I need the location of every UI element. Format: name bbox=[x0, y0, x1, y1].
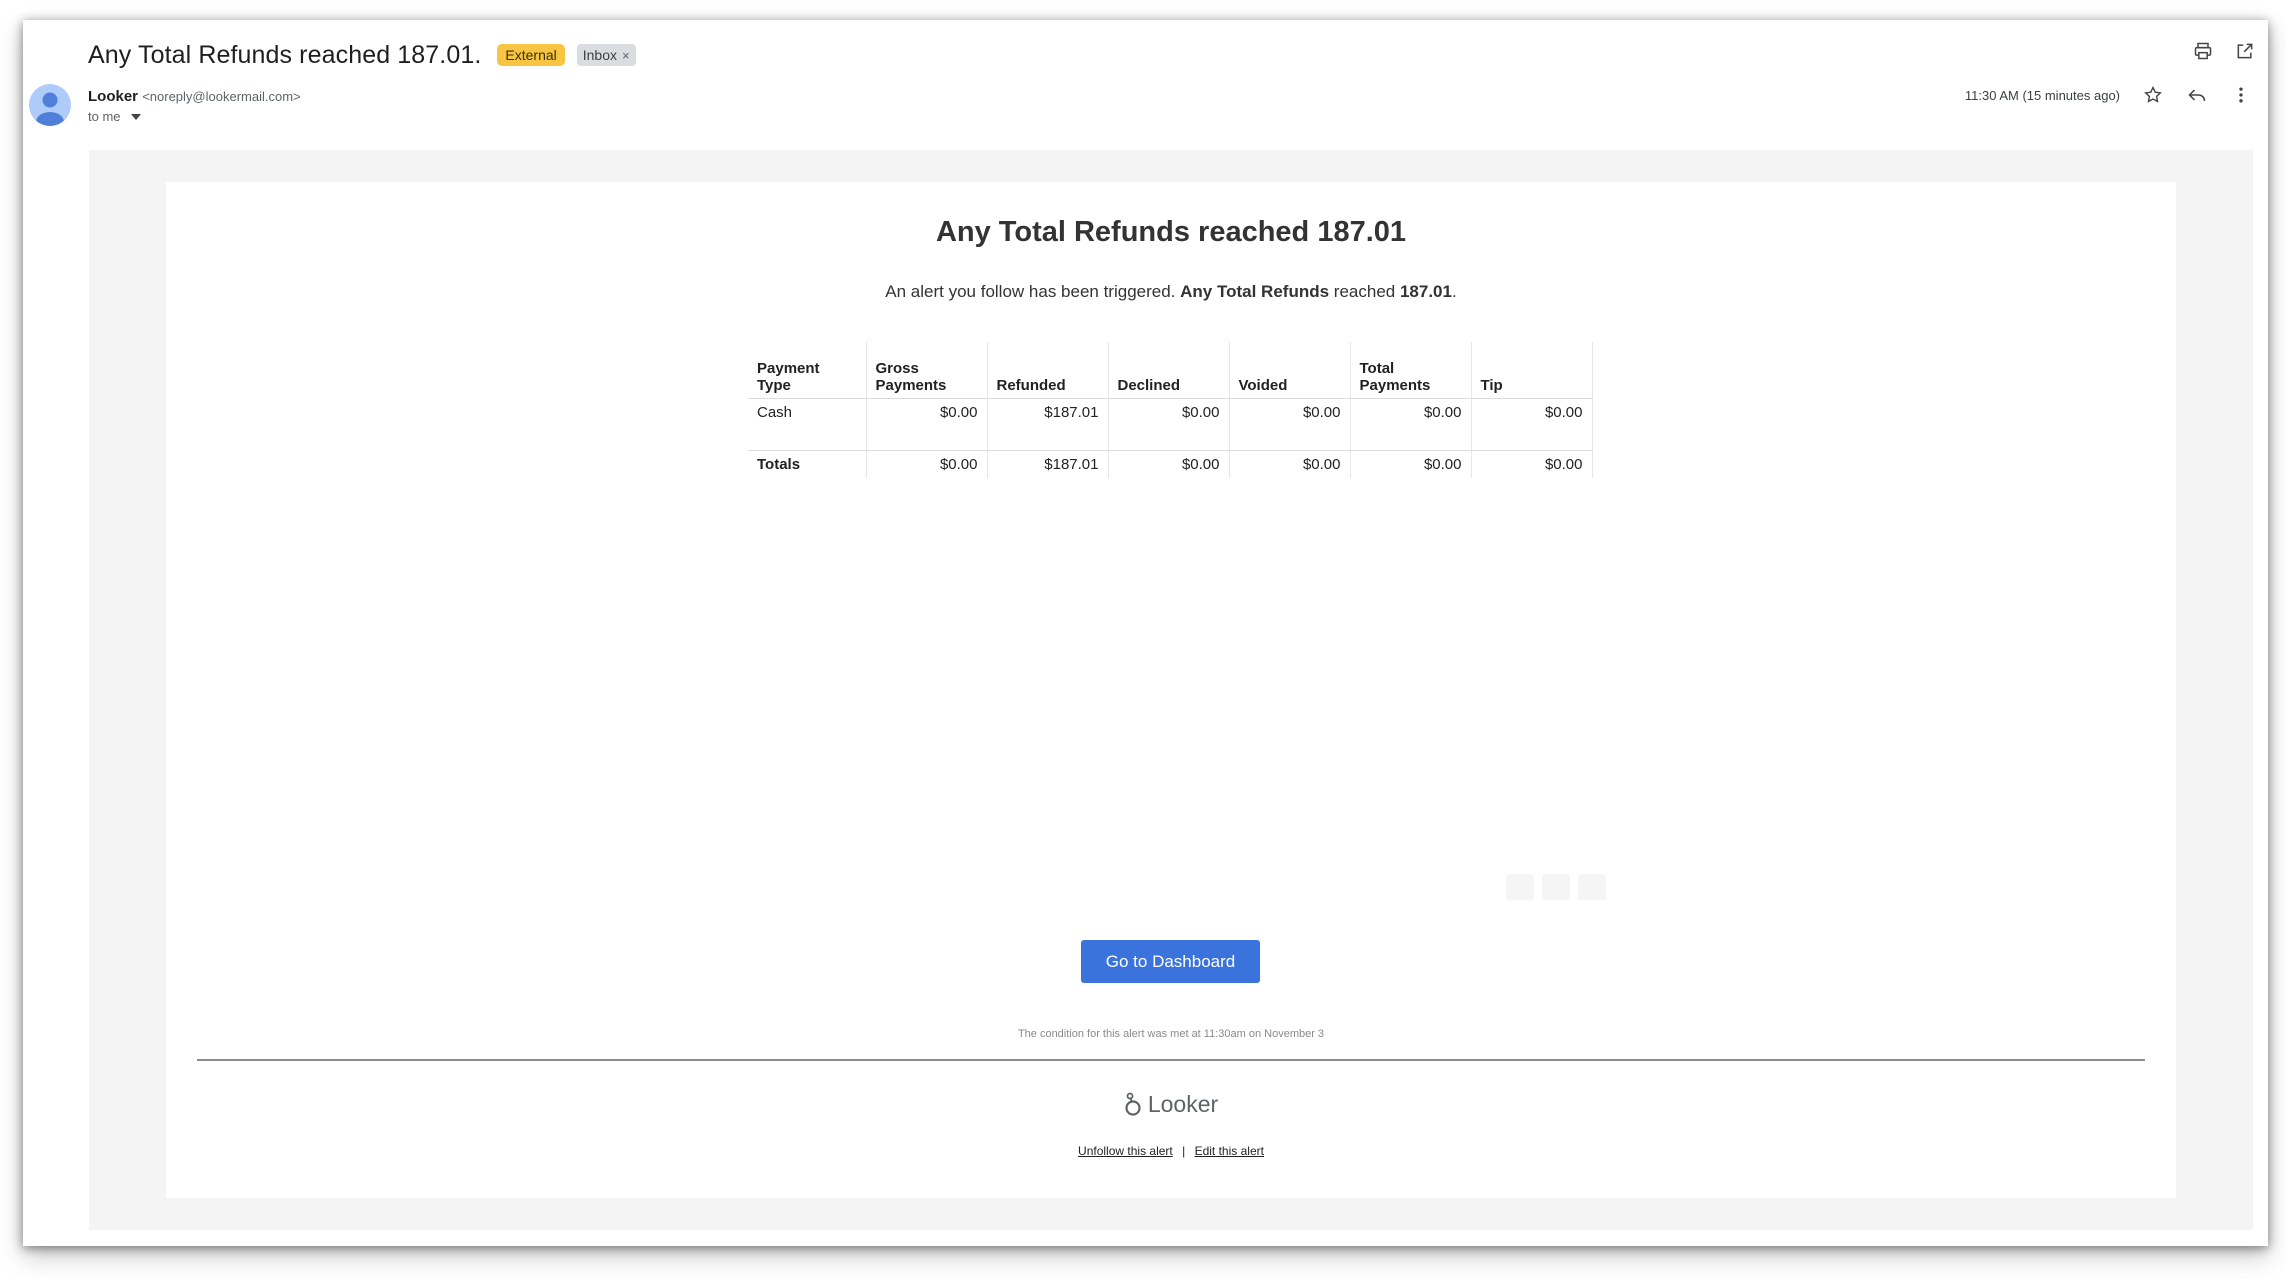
intro-mid: reached bbox=[1333, 282, 1396, 301]
column-header: Gross Payments bbox=[866, 342, 988, 399]
sender-email: <noreply@lookermail.com> bbox=[142, 89, 301, 104]
print-icon[interactable] bbox=[2192, 40, 2214, 62]
table-row: Cash $0.00 $187.01 $0.00 $0.00 $0.00 $0.… bbox=[748, 398, 1593, 426]
open-in-new-window-icon[interactable] bbox=[2234, 40, 2256, 62]
inbox-label[interactable]: Inbox × bbox=[576, 44, 636, 66]
go-to-dashboard-button[interactable]: Go to Dashboard bbox=[1081, 940, 1260, 983]
edit-alert-link[interactable]: Edit this alert bbox=[1195, 1144, 1264, 1158]
table-cell: $0.00 bbox=[1229, 450, 1351, 478]
recipient-text: to me bbox=[88, 109, 121, 124]
external-label: External bbox=[497, 44, 565, 66]
intro-end: . bbox=[1451, 282, 1457, 301]
payments-table: Payment Type Gross Payments Refunded Dec… bbox=[748, 342, 1593, 478]
column-header: Voided bbox=[1229, 342, 1351, 399]
more-vertical-icon[interactable] bbox=[2230, 84, 2252, 106]
email-window: Any Total Refunds reached 187.01. Extern… bbox=[23, 20, 2268, 1246]
link-separator: | bbox=[1182, 1144, 1186, 1158]
recipient-details-toggle[interactable]: to me bbox=[88, 109, 141, 124]
column-header: Payment Type bbox=[748, 342, 867, 399]
alert-intro: An alert you follow has been triggered. … bbox=[166, 282, 2176, 302]
remove-label-icon[interactable]: × bbox=[622, 48, 630, 63]
sender-name[interactable]: Looker bbox=[88, 88, 138, 105]
table-cell: $187.01 bbox=[987, 450, 1109, 478]
inbox-label-text: Inbox bbox=[582, 47, 617, 63]
avatar[interactable] bbox=[29, 84, 71, 126]
divider bbox=[197, 1059, 2145, 1061]
alert-title: Any Total Refunds reached 187.01 bbox=[935, 216, 1407, 248]
column-header: Refunded bbox=[987, 342, 1109, 399]
column-header: Tip bbox=[1471, 342, 1593, 399]
alert-condition-note: The condition for this alert was met at … bbox=[1017, 1028, 1325, 1040]
email-subject: Any Total Refunds reached 187.01. bbox=[88, 40, 482, 69]
looker-logo: Looker bbox=[166, 1090, 2176, 1118]
message-body: Any Total Refunds reached 187.01 An aler… bbox=[89, 150, 2253, 1230]
looker-wordmark: Looker bbox=[1147, 1090, 1219, 1117]
table-cell: $0.00 bbox=[1350, 398, 1472, 426]
star-icon[interactable] bbox=[2142, 84, 2164, 106]
intro-value: 187.01 bbox=[1399, 282, 1452, 301]
column-header: Total Payments bbox=[1350, 342, 1472, 399]
sender-line: Looker <noreply@lookermail.com> bbox=[88, 88, 301, 105]
table-cell: $0.00 bbox=[1229, 398, 1351, 426]
thread-actions bbox=[2192, 40, 2256, 62]
looker-mark-icon bbox=[1125, 1092, 1141, 1116]
message-timestamp: 11:30 AM (15 minutes ago) bbox=[1964, 87, 2120, 103]
table-cell: $0.00 bbox=[1350, 450, 1472, 478]
footer-links: Unfollow this alert | Edit this alert bbox=[166, 1144, 2176, 1158]
table-cell: $0.00 bbox=[866, 398, 988, 426]
totals-row: Totals $0.00 $187.01 $0.00 $0.00 $0.00 $… bbox=[748, 450, 1593, 478]
chevron-down-icon bbox=[130, 113, 141, 120]
intro-prefix: An alert you follow has been triggered. bbox=[885, 282, 1176, 301]
column-header: Declined bbox=[1108, 342, 1230, 399]
intro-metric: Any Total Refunds bbox=[1180, 282, 1330, 301]
table-cell: $187.01 bbox=[987, 398, 1109, 426]
table-header-row: Payment Type Gross Payments Refunded Dec… bbox=[748, 342, 1593, 399]
faint-placeholder-blocks bbox=[1506, 874, 1606, 900]
table-cell: $0.00 bbox=[1108, 450, 1230, 478]
reply-icon[interactable] bbox=[2186, 84, 2208, 106]
unfollow-alert-link[interactable]: Unfollow this alert bbox=[1078, 1144, 1173, 1158]
subject-row: Any Total Refunds reached 187.01. Extern… bbox=[88, 32, 636, 78]
table-cell: $0.00 bbox=[1108, 398, 1230, 426]
table-cell: $0.00 bbox=[1471, 398, 1593, 426]
message-actions: 11:30 AM (15 minutes ago) bbox=[1965, 84, 2252, 106]
table-cell: $0.00 bbox=[866, 450, 988, 478]
alert-card: Any Total Refunds reached 187.01 An aler… bbox=[166, 182, 2176, 1198]
table-spacer-row bbox=[748, 426, 1593, 451]
table-cell: $0.00 bbox=[1471, 450, 1593, 478]
table-cell: Cash bbox=[748, 398, 867, 426]
table-cell: Totals bbox=[748, 450, 867, 478]
